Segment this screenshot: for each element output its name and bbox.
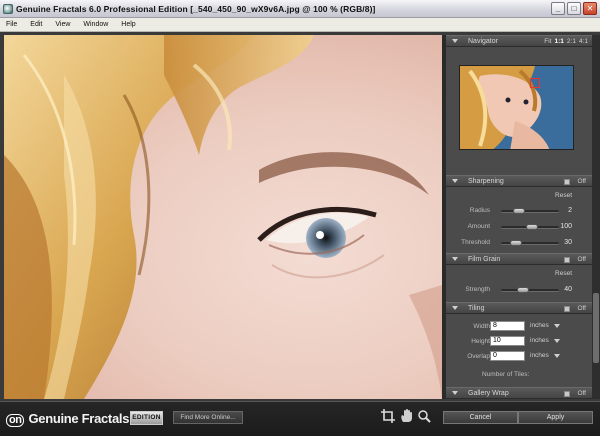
overlap-field[interactable]: 0 bbox=[490, 351, 525, 361]
threshold-slider-thumb[interactable] bbox=[510, 240, 523, 246]
thumbnail-image bbox=[460, 66, 573, 149]
gallery-wrap-toggle[interactable] bbox=[564, 391, 570, 397]
height-unit-dropdown-icon[interactable] bbox=[554, 339, 560, 343]
gallery-wrap-header[interactable]: Gallery Wrap Off bbox=[446, 387, 592, 399]
collapse-triangle-icon[interactable] bbox=[452, 39, 458, 43]
radius-slider-thumb[interactable] bbox=[512, 208, 525, 214]
tiling-toggle[interactable] bbox=[564, 306, 570, 312]
app-icon bbox=[3, 3, 13, 14]
menu-view[interactable]: View bbox=[55, 21, 70, 28]
gallery-wrap-state: Off bbox=[577, 390, 586, 397]
close-button[interactable]: ✕ bbox=[583, 2, 597, 15]
panel-scrollbar-thumb[interactable] bbox=[593, 293, 599, 363]
hand-tool-icon[interactable] bbox=[399, 409, 415, 425]
title-bar: Genuine Fractals 6.0 Professional Editio… bbox=[0, 0, 600, 18]
collapse-triangle-icon[interactable] bbox=[452, 306, 458, 310]
menu-file[interactable]: File bbox=[6, 21, 17, 28]
radius-label: Radius bbox=[469, 207, 490, 214]
amount-slider-thumb[interactable] bbox=[526, 224, 539, 230]
width-row: Width 8 inches bbox=[446, 321, 592, 333]
zoom-tool-icon[interactable] bbox=[416, 409, 432, 425]
radius-row: Radius 2 bbox=[446, 205, 592, 217]
zoom-options: Fit 1:1 2:1 4:1 bbox=[544, 38, 588, 45]
minimize-button[interactable]: _ bbox=[551, 2, 565, 15]
image-canvas[interactable] bbox=[4, 35, 442, 399]
threshold-label: Threshold bbox=[461, 239, 490, 246]
sharpening-state: Off bbox=[577, 178, 586, 185]
width-unit: inches bbox=[530, 322, 549, 329]
strength-label: Strength bbox=[465, 286, 490, 293]
logo-name: Genuine Fractals bbox=[28, 411, 130, 426]
film-grain-header[interactable]: Film Grain Off bbox=[446, 253, 592, 265]
strength-row: Strength 40 bbox=[446, 284, 592, 296]
find-more-online-button[interactable]: Find More Online... bbox=[173, 411, 243, 424]
navigator-thumbnail[interactable] bbox=[459, 65, 574, 150]
film-grain-title: Film Grain bbox=[468, 255, 501, 263]
strength-slider-thumb[interactable] bbox=[517, 287, 530, 293]
zoom-4-1[interactable]: 4:1 bbox=[579, 38, 588, 45]
width-unit-dropdown-icon[interactable] bbox=[554, 324, 560, 328]
collapse-triangle-icon[interactable] bbox=[452, 391, 458, 395]
window-title: Genuine Fractals 6.0 Professional Editio… bbox=[16, 3, 376, 14]
height-label: Height bbox=[471, 338, 490, 345]
sharpening-toggle[interactable] bbox=[564, 179, 570, 185]
zoom-2-1[interactable]: 2:1 bbox=[567, 38, 576, 45]
sharpening-title: Sharpening bbox=[468, 177, 504, 185]
photo-preview bbox=[4, 35, 442, 399]
navigator-title: Navigator bbox=[468, 37, 498, 45]
overlap-label: Overlap bbox=[467, 353, 490, 360]
menu-bar: File Edit View Window Help bbox=[0, 18, 600, 32]
crop-tool-icon[interactable] bbox=[380, 409, 396, 425]
number-of-tiles-label: Number of Tiles: bbox=[482, 371, 530, 378]
amount-label: Amount bbox=[467, 223, 490, 230]
radius-value: 2 bbox=[568, 207, 572, 214]
amount-value: 100 bbox=[560, 223, 572, 230]
height-unit: inches bbox=[530, 337, 549, 344]
collapse-triangle-icon[interactable] bbox=[452, 257, 458, 261]
overlap-unit: inches bbox=[530, 352, 549, 359]
zoom-1-1[interactable]: 1:1 bbox=[555, 38, 564, 45]
width-field[interactable]: 8 bbox=[490, 321, 525, 331]
film-grain-state: Off bbox=[577, 256, 586, 263]
cancel-button[interactable]: Cancel bbox=[443, 411, 518, 424]
tiling-title: Tiling bbox=[468, 304, 485, 312]
bottom-bar: on Genuine Fractals 6 EDITION Find More … bbox=[0, 401, 600, 436]
zoom-fit[interactable]: Fit bbox=[544, 38, 551, 45]
height-row: Height 10 inches bbox=[446, 336, 592, 348]
width-label: Width bbox=[473, 323, 490, 330]
radius-slider[interactable] bbox=[501, 208, 559, 214]
threshold-row: Threshold 30 bbox=[446, 237, 592, 249]
sharpening-reset-button[interactable]: Reset bbox=[555, 192, 572, 199]
amount-row: Amount 100 bbox=[446, 221, 592, 233]
threshold-value: 30 bbox=[564, 239, 572, 246]
overlap-unit-dropdown-icon[interactable] bbox=[554, 354, 560, 358]
tiling-state: Off bbox=[577, 305, 586, 312]
settings-panel: Navigator Fit 1:1 2:1 4:1 Sharpening Off… bbox=[446, 35, 592, 399]
strength-value: 40 bbox=[564, 286, 572, 293]
menu-edit[interactable]: Edit bbox=[30, 21, 42, 28]
maximize-button[interactable]: □ bbox=[567, 2, 581, 15]
navigator-area bbox=[446, 48, 592, 174]
apply-button[interactable]: Apply bbox=[518, 411, 593, 424]
navigator-header[interactable]: Navigator Fit 1:1 2:1 4:1 bbox=[446, 35, 592, 47]
gallery-wrap-title: Gallery Wrap bbox=[468, 389, 509, 397]
window-controls: _ □ ✕ bbox=[551, 2, 597, 15]
height-field[interactable]: 10 bbox=[490, 336, 525, 346]
strength-slider[interactable] bbox=[501, 287, 559, 293]
film-grain-reset-button[interactable]: Reset bbox=[555, 270, 572, 277]
tiling-header[interactable]: Tiling Off bbox=[446, 302, 592, 314]
navigator-view-rect[interactable] bbox=[530, 78, 540, 88]
collapse-triangle-icon[interactable] bbox=[452, 179, 458, 183]
panel-scrollbar[interactable] bbox=[592, 35, 600, 399]
amount-slider[interactable] bbox=[501, 224, 559, 230]
film-grain-toggle[interactable] bbox=[564, 257, 570, 263]
edition-badge: EDITION bbox=[130, 411, 163, 425]
overlap-row: Overlap 0 inches bbox=[446, 351, 592, 363]
genuine-fractals-logo: on Genuine Fractals 6 bbox=[6, 411, 139, 427]
sharpening-header[interactable]: Sharpening Off bbox=[446, 175, 592, 187]
threshold-slider[interactable] bbox=[501, 240, 559, 246]
logo-on-mark: on bbox=[6, 414, 25, 427]
menu-help[interactable]: Help bbox=[121, 21, 135, 28]
menu-window[interactable]: Window bbox=[83, 21, 108, 28]
